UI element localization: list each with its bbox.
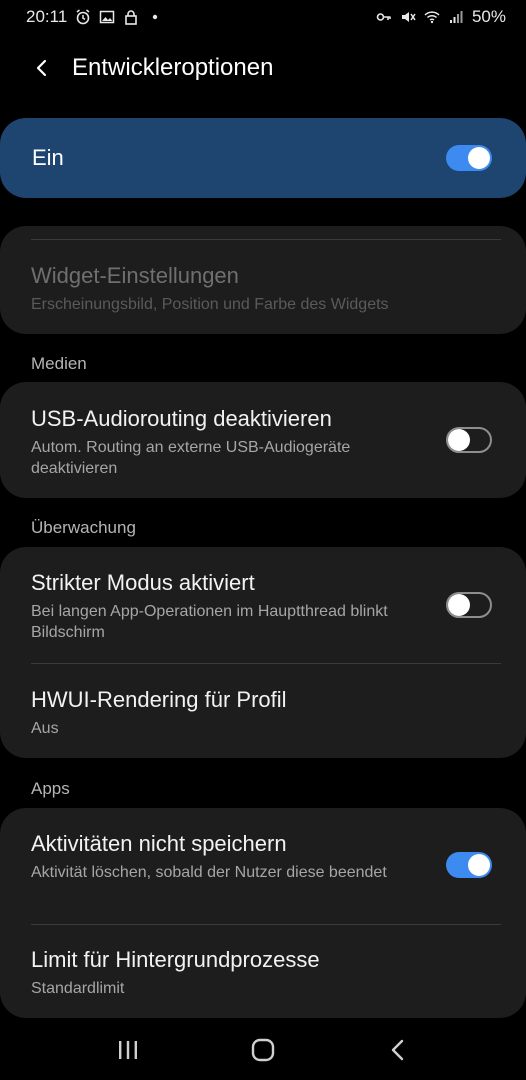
toggle-knob [468,147,490,169]
widget-settings-title: Widget-Einstellungen [31,263,239,288]
hwui-rendering-row[interactable]: HWUI-Rendering für Profil Aus [0,664,526,739]
toggle-knob [448,429,470,451]
strict-mode-title: Strikter Modus aktiviert [31,570,255,595]
battery-percent: 50% [471,7,506,26]
status-time: 20:11 [26,7,68,26]
section-header-media: Medien [31,354,87,373]
hwui-rendering-value: Aus [31,720,59,737]
usb-audio-row[interactable]: USB-Audiorouting deaktivieren Autom. Rou… [0,382,526,498]
dont-keep-activities-toggle[interactable] [446,852,492,878]
usb-audio-toggle[interactable] [446,427,492,453]
home-icon [251,1038,275,1062]
monitoring-card: Strikter Modus aktiviert Bei langen App-… [0,547,526,758]
back-nav-icon [392,1039,404,1061]
hwui-rendering-title: HWUI-Rendering für Profil [31,687,287,712]
master-toggle[interactable] [446,145,492,171]
dont-keep-activities-subtitle: Aktivität löschen, sobald der Nutzer die… [31,864,387,881]
section-header-apps: Apps [31,779,70,798]
vpn-key-icon [376,9,392,25]
usb-audio-title: USB-Audiorouting deaktivieren [31,406,332,431]
home-button[interactable] [243,1030,283,1070]
section-header-monitoring: Überwachung [31,518,136,537]
media-card: USB-Audiorouting deaktivieren Autom. Rou… [0,382,526,498]
lock-icon [123,9,139,25]
widget-card: Widget-Einstellungen Erscheinungsbild, P… [0,226,526,334]
widget-settings-subtitle: Erscheinungsbild, Position und Farbe des… [31,296,389,313]
mute-icon [400,9,416,25]
background-process-limit-row[interactable]: Limit für Hintergrundprozesse Standardli… [0,925,526,999]
strict-mode-subtitle: Bei langen App-Operationen im Hauptthrea… [31,603,388,641]
dont-keep-activities-row[interactable]: Aktivitäten nicht speichern Aktivität lö… [0,808,526,924]
widget-settings-row[interactable]: Widget-Einstellungen Erscheinungsbild, P… [0,240,526,315]
toggle-knob [468,854,490,876]
back-button[interactable] [22,48,62,88]
strict-mode-toggle[interactable] [446,592,492,618]
page-title: Entwickleroptionen [72,54,274,81]
navigation-bar [0,1020,526,1080]
master-switch-row[interactable]: Ein [0,118,526,198]
strict-mode-row[interactable]: Strikter Modus aktiviert Bei langen App-… [0,547,526,663]
apps-card: Aktivitäten nicht speichern Aktivität lö… [0,808,526,1018]
master-switch-label: Ein [32,145,64,170]
background-process-limit-value: Standardlimit [31,980,125,997]
usb-audio-subtitle: Autom. Routing an externe USB-Audiogerät… [31,439,351,477]
back-arrow-icon [36,59,47,77]
signal-icon [448,9,464,25]
wifi-icon [424,9,440,25]
toggle-knob [448,594,470,616]
background-process-limit-title: Limit für Hintergrundprozesse [31,947,320,972]
dont-keep-activities-title: Aktivitäten nicht speichern [31,831,287,856]
dot-icon [147,9,163,25]
image-icon [99,9,115,25]
recents-icon [118,1041,137,1059]
recents-button[interactable] [108,1030,148,1070]
status-bar: 20:11 50% [0,0,526,34]
app-bar: Entwickleroptionen [0,40,526,96]
back-nav-button[interactable] [378,1030,418,1070]
alarm-icon [75,9,91,25]
